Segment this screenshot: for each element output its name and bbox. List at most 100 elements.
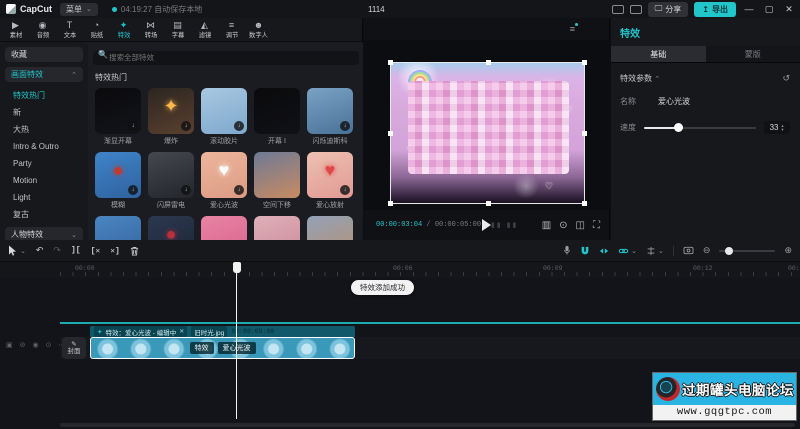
tab-basic[interactable]: 基础 xyxy=(611,46,706,62)
sidebar-item[interactable]: Intro & Outro xyxy=(5,138,83,155)
menu-button[interactable]: 菜单 ⌄ xyxy=(60,3,98,16)
share-button[interactable]: 🖵 分享 xyxy=(648,2,689,17)
ribbon-tab-media[interactable]: ▶素材 xyxy=(2,20,29,40)
resize-handle-se[interactable] xyxy=(582,201,587,206)
delete-right-icon[interactable]: ✕] xyxy=(110,246,120,256)
sidebar-item[interactable]: Party xyxy=(5,155,83,172)
timeline-zoom-knob[interactable] xyxy=(725,247,733,255)
sidebar-item-favorites[interactable]: 收藏 xyxy=(5,47,83,62)
resize-handle-s[interactable] xyxy=(486,201,491,206)
effect-card[interactable]: ♥↓爱心光波 xyxy=(201,152,247,210)
minimize-button[interactable]: — xyxy=(742,4,756,14)
effect-card[interactable]: ●↓模糊 xyxy=(95,152,141,210)
horizontal-scrollbar[interactable] xyxy=(60,423,795,427)
sidebar-item[interactable]: Light xyxy=(5,189,83,206)
zoom-in-icon[interactable]: ⊕ xyxy=(784,245,792,256)
layout-panel-icon[interactable] xyxy=(630,5,642,14)
linkage-icon[interactable]: ⌄ xyxy=(618,246,637,256)
preview-image[interactable]: ♡ ♡ ♡ xyxy=(390,62,585,204)
effect-thumbnail[interactable]: ♥↓ xyxy=(307,152,353,198)
resize-handle-sw[interactable] xyxy=(388,201,393,206)
ribbon-tab-text[interactable]: T文本 xyxy=(56,20,83,40)
speed-slider-knob[interactable] xyxy=(674,123,683,132)
auto-snap-icon[interactable] xyxy=(599,246,609,256)
hide-icon[interactable]: ⊙ xyxy=(46,341,52,349)
export-button[interactable]: ↥ 导出 xyxy=(694,2,736,17)
effect-thumbnail[interactable]: ✦↓ xyxy=(148,88,194,134)
ribbon-tab-transition[interactable]: ⋈转场 xyxy=(137,20,164,40)
effect-card[interactable]: ♥↓爱心放射 xyxy=(307,152,353,210)
lock-icon[interactable]: ⊘ xyxy=(20,341,26,349)
remove-effect-icon[interactable]: ✕ xyxy=(179,328,184,335)
effect-thumbnail[interactable]: ↓ xyxy=(148,152,194,198)
sidebar-item[interactable]: 新 xyxy=(5,104,83,121)
close-button[interactable]: ✕ xyxy=(782,4,796,15)
search-input[interactable] xyxy=(93,51,359,65)
effect-card[interactable]: ↓渐显开幕 xyxy=(95,88,141,146)
undo-icon[interactable]: ↶ xyxy=(36,245,44,256)
mute-icon[interactable]: ◉ xyxy=(33,341,39,349)
select-tool-icon[interactable]: ⌄ xyxy=(8,245,26,256)
ribbon-tab-captions[interactable]: ▤字幕 xyxy=(164,20,191,40)
player-menu-icon[interactable]: ≡ xyxy=(570,24,575,34)
speed-slider[interactable] xyxy=(644,127,756,129)
effect-card[interactable]: ↓闪屏雷电 xyxy=(148,152,194,210)
speed-value-box[interactable]: 33 ▲▼ xyxy=(764,121,790,134)
video-clip[interactable]: 特效 爱心光波 xyxy=(90,337,355,359)
delete-icon[interactable] xyxy=(130,246,139,256)
maximize-button[interactable]: ▢ xyxy=(762,4,776,15)
timeline-zoom-slider[interactable] xyxy=(719,250,775,252)
preview-axis-icon[interactable]: ⌄ xyxy=(646,246,664,256)
sidebar-item[interactable]: 大热 xyxy=(5,121,83,138)
effect-tag-chip[interactable]: ✦ 特效：爱心光波 - 编辑中 ✕ xyxy=(94,326,187,337)
effect-thumbnail[interactable] xyxy=(254,152,300,198)
screen-record-icon[interactable] xyxy=(683,246,694,255)
resize-handle-e[interactable] xyxy=(582,131,587,136)
stepper-icons[interactable]: ▲▼ xyxy=(780,124,784,130)
effect-card[interactable]: ✦↓爆炸 xyxy=(148,88,194,146)
tab-mask[interactable]: 蒙版 xyxy=(706,46,800,62)
effect-card[interactable]: 空间下移 xyxy=(254,152,300,210)
reset-icon[interactable]: ↺ xyxy=(782,73,790,84)
effect-card[interactable]: 开幕 I xyxy=(254,88,300,146)
record-voiceover-icon[interactable] xyxy=(563,245,571,256)
zoom-out-icon[interactable]: ⊖ xyxy=(703,245,711,256)
layout-toggle-icon[interactable] xyxy=(612,5,624,14)
effect-thumbnail[interactable]: ↓ xyxy=(201,88,247,134)
ribbon-tab-adjust[interactable]: ≡调节 xyxy=(218,20,245,40)
ribbon-tab-filters[interactable]: ◭滤镜 xyxy=(191,20,218,40)
playhead-grip[interactable] xyxy=(233,262,241,273)
quality-icon[interactable]: ▥ xyxy=(542,220,551,231)
ribbon-tab-audio[interactable]: ◉音频 xyxy=(29,20,56,40)
sidebar-group-screen-effects[interactable]: 画面特效 ⌃ xyxy=(5,67,83,82)
delete-left-icon[interactable]: [✕ xyxy=(91,246,101,256)
ruler[interactable]: 00:0000:0600:0900:1200:15 xyxy=(0,262,800,278)
effect-card[interactable]: ↓滚动胶片 xyxy=(201,88,247,146)
resize-handle-w[interactable] xyxy=(388,131,393,136)
resize-handle-ne[interactable] xyxy=(582,60,587,65)
ratio-icon[interactable]: ◫ xyxy=(576,220,585,231)
effect-thumbnail[interactable]: ↓ xyxy=(95,88,141,134)
resize-handle-nw[interactable] xyxy=(388,60,393,65)
main-track-magnet-icon[interactable] xyxy=(580,246,590,256)
snapshot-icon[interactable]: ⊙ xyxy=(559,220,567,231)
effect-card[interactable]: ↓闪烁迪斯科 xyxy=(307,88,353,146)
video-track-icon[interactable]: ▣ xyxy=(6,341,13,349)
fullscreen-icon[interactable]: ⛶ xyxy=(593,220,600,231)
ribbon-tab-effects[interactable]: ✦特效 xyxy=(110,20,137,40)
chevron-up-icon[interactable]: ⌃ xyxy=(654,76,660,83)
redo-icon[interactable]: ↷ xyxy=(53,245,61,256)
effect-thumbnail[interactable] xyxy=(254,88,300,134)
cover-button[interactable]: ✎ 封面 xyxy=(62,337,86,359)
split-icon[interactable]: ][ xyxy=(71,246,81,255)
effect-thumbnail[interactable]: ●↓ xyxy=(95,152,141,198)
sidebar-item[interactable]: Motion xyxy=(5,172,83,189)
play-button[interactable] xyxy=(482,219,491,231)
sidebar-item[interactable]: 复古 xyxy=(5,206,83,223)
playhead[interactable] xyxy=(236,262,237,419)
effect-thumbnail[interactable]: ↓ xyxy=(307,88,353,134)
ribbon-tab-sticker[interactable]: ◔贴纸 xyxy=(83,20,110,40)
frame-step-icons[interactable]: ▮▮ ▮▮ xyxy=(491,221,518,229)
ribbon-tab-avatar[interactable]: ☻数字人 xyxy=(245,20,272,40)
resize-handle-n[interactable] xyxy=(486,60,491,65)
